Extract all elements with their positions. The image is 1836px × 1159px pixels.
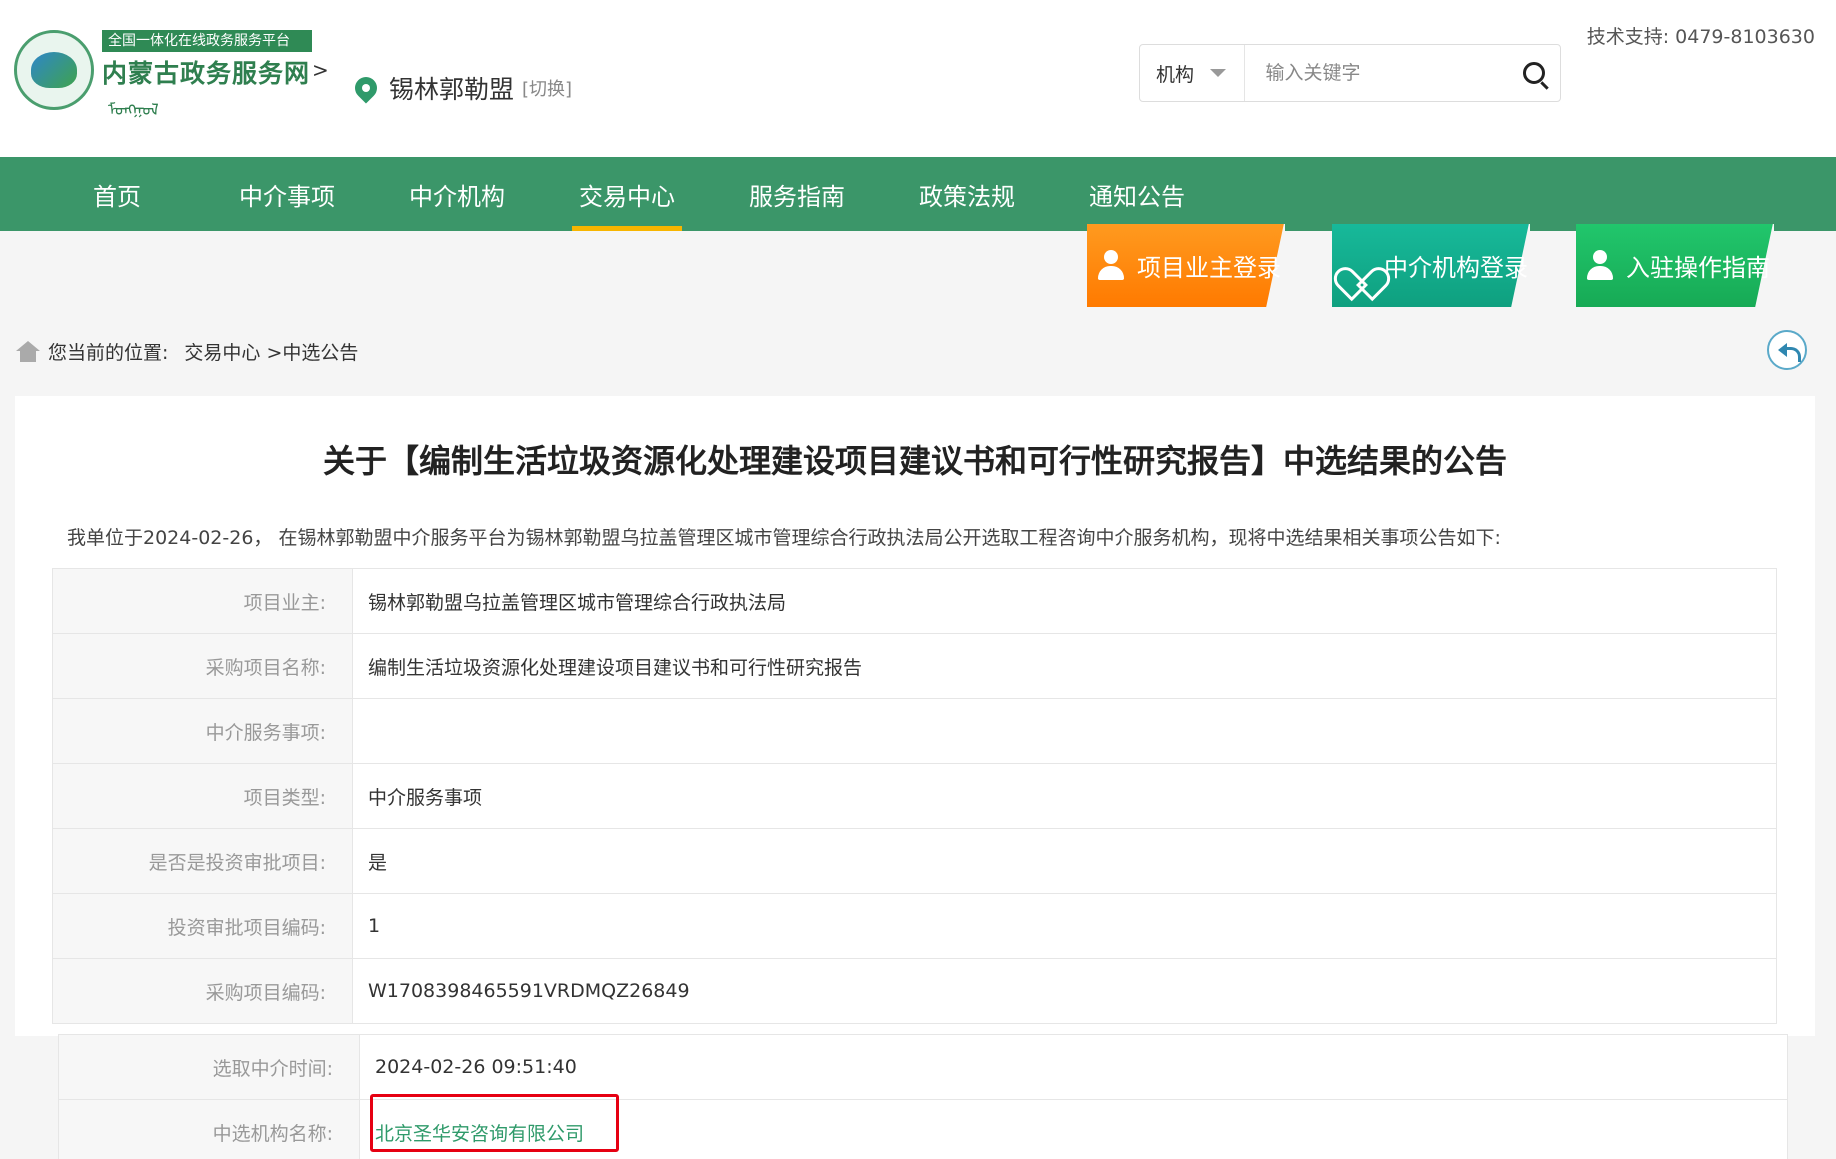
logo-mongolian-script: ᠮᠣᠩᠭᠣᠯ — [108, 100, 159, 119]
row-value: W1708398465591VRDMQZ26849 — [352, 958, 1777, 1024]
table-row: 采购项目名称: 编制生活垃圾资源化处理建设项目建议书和可行性研究报告 — [52, 633, 1777, 699]
chevron-right-icon: > — [312, 58, 329, 82]
header: 全国一体化在线政务服务平台 内蒙古政务服务网 > ᠮᠣᠩᠭᠣᠯ 锡林郭勒盟 [切… — [0, 0, 1836, 157]
user-shield-icon — [1097, 249, 1129, 282]
row-value: 北京圣华安咨询有限公司 — [359, 1099, 1788, 1159]
back-arrow-icon — [1778, 343, 1801, 362]
table-row: 中介服务事项: — [52, 698, 1777, 764]
nav-agency-items[interactable]: 中介事项 — [202, 157, 372, 231]
row-label: 项目业主: — [52, 568, 353, 634]
back-button[interactable] — [1767, 330, 1807, 370]
row-label: 采购项目名称: — [52, 633, 353, 699]
announcement-intro: 我单位于2024-02-26， 在锡林郭勒盟中介服务平台为锡林郭勒盟乌拉盖管理区… — [67, 527, 1501, 549]
table-row: 项目业主: 锡林郭勒盟乌拉盖管理区城市管理综合行政执法局 — [52, 568, 1777, 634]
row-label: 项目类型: — [52, 763, 353, 829]
search-bar: 机构 — [1139, 44, 1561, 102]
logo-subtitle: 全国一体化在线政务服务平台 — [102, 30, 312, 52]
nav-policies[interactable]: 政策法规 — [882, 157, 1052, 231]
table-row: 选取中介时间: 2024-02-26 09:51:40 — [58, 1034, 1788, 1100]
table-row: 采购项目编码: W1708398465591VRDMQZ26849 — [52, 958, 1777, 1024]
row-label: 中介服务事项: — [52, 698, 353, 764]
row-label: 中选机构名称: — [58, 1099, 360, 1159]
location-name: 锡林郭勒盟 — [389, 75, 515, 104]
user-shield-icon — [1586, 249, 1618, 282]
row-value: 是 — [352, 828, 1777, 894]
tech-support: 技术支持: 0479-8103630 — [1586, 26, 1815, 48]
announcement-details-table: 项目业主: 锡林郭勒盟乌拉盖管理区城市管理综合行政执法局 采购项目名称: 编制生… — [52, 568, 1777, 1024]
breadcrumb-path[interactable]: 交易中心 >中选公告 — [184, 338, 358, 365]
row-label: 投资审批项目编码: — [52, 893, 353, 959]
location-pin-icon — [350, 72, 382, 104]
search-button[interactable] — [1508, 45, 1560, 101]
home-icon — [16, 340, 40, 363]
selection-result-table: 选取中介时间: 2024-02-26 09:51:40 中选机构名称: 北京圣华… — [58, 1034, 1788, 1159]
onboarding-guide-button[interactable]: 入驻操作指南 — [1576, 224, 1774, 307]
nav-notices[interactable]: 通知公告 — [1052, 157, 1222, 231]
caret-down-icon — [1210, 69, 1227, 77]
row-value — [352, 698, 1777, 764]
owner-login-label: 项目业主登录 — [1137, 254, 1281, 282]
site-logo[interactable]: 全国一体化在线政务服务平台 内蒙古政务服务网 > ᠮᠣᠩᠭᠣᠯ — [14, 28, 329, 124]
row-value: 锡林郭勒盟乌拉盖管理区城市管理综合行政执法局 — [352, 568, 1777, 634]
search-type-value: 机构 — [1156, 63, 1195, 86]
table-row: 是否是投资审批项目: 是 — [52, 828, 1777, 894]
nav-home[interactable]: 首页 — [32, 157, 202, 231]
table-row: 投资审批项目编码: 1 — [52, 893, 1777, 959]
onboarding-guide-label: 入驻操作指南 — [1626, 254, 1770, 282]
agency-login-label: 中介机构登录 — [1384, 254, 1528, 282]
search-type-select[interactable]: 机构 — [1140, 45, 1246, 101]
page-title: 关于【编制生活垃圾资源化处理建设项目建议书和可行性研究报告】中选结果的公告 — [322, 442, 1507, 480]
emblem-icon — [14, 30, 94, 110]
table-row: 项目类型: 中介服务事项 — [52, 763, 1777, 829]
row-value: 2024-02-26 09:51:40 — [359, 1034, 1788, 1100]
row-label: 是否是投资审批项目: — [52, 828, 353, 894]
owner-login-button[interactable]: 项目业主登录 — [1087, 224, 1285, 307]
breadcrumb: 您当前的位置: 交易中心 >中选公告 — [16, 338, 358, 365]
location-switch-link[interactable]: [切换] — [522, 75, 572, 101]
breadcrumb-prefix: 您当前的位置: — [48, 342, 169, 364]
handshake-heart-icon — [1342, 251, 1376, 281]
row-value: 编制生活垃圾资源化处理建设项目建议书和可行性研究报告 — [352, 633, 1777, 699]
nav-trading-center[interactable]: 交易中心 — [542, 157, 712, 231]
main-nav: 首页 中介事项 中介机构 交易中心 服务指南 政策法规 通知公告 — [0, 157, 1836, 231]
nav-agencies[interactable]: 中介机构 — [372, 157, 542, 231]
search-icon — [1523, 62, 1546, 84]
row-label: 选取中介时间: — [58, 1034, 360, 1100]
selected-agency-link[interactable]: 北京圣华安咨询有限公司 — [375, 1123, 584, 1145]
nav-service-guide[interactable]: 服务指南 — [712, 157, 882, 231]
row-label: 采购项目编码: — [52, 958, 353, 1024]
row-value: 中介服务事项 — [352, 763, 1777, 829]
row-value: 1 — [352, 893, 1777, 959]
search-input[interactable] — [1245, 45, 1509, 101]
logo-title: 内蒙古政务服务网 — [102, 59, 311, 88]
location-selector[interactable]: 锡林郭勒盟 [切换] — [350, 70, 572, 106]
table-row: 中选机构名称: 北京圣华安咨询有限公司 — [58, 1099, 1788, 1159]
agency-login-button[interactable]: 中介机构登录 — [1332, 224, 1530, 307]
